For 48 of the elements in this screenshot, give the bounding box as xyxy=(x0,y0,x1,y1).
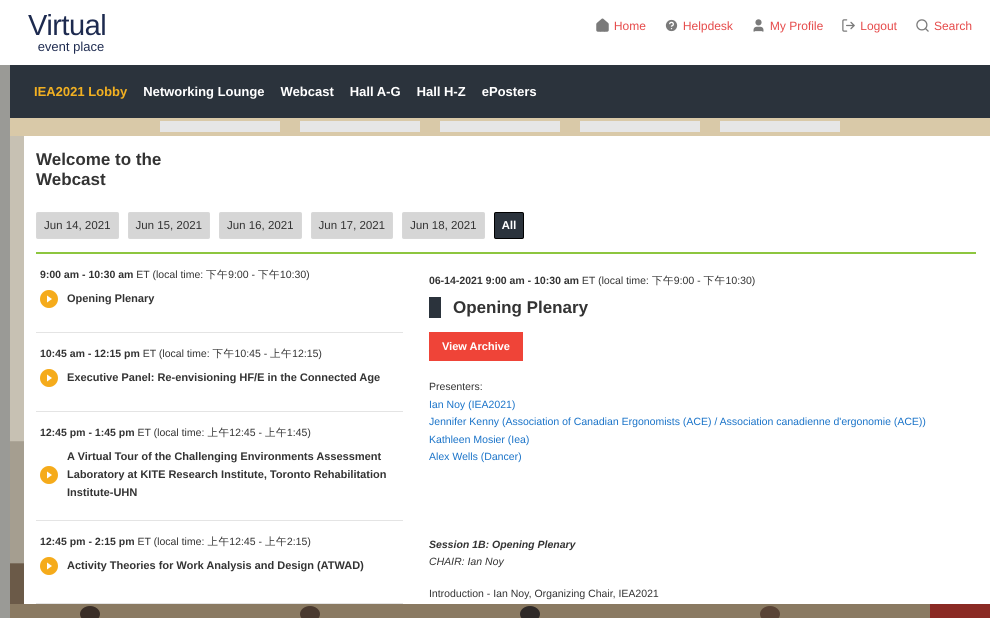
play-icon[interactable] xyxy=(40,466,58,484)
date-filter[interactable]: Jun 17, 2021 xyxy=(310,212,394,239)
date-filter[interactable]: All xyxy=(494,212,524,239)
home-icon xyxy=(594,18,610,33)
play-icon[interactable] xyxy=(40,290,58,308)
user-icon xyxy=(750,18,766,33)
date-filter[interactable]: Jun 16, 2021 xyxy=(219,212,302,239)
date-filter[interactable]: Jun 14, 2021 xyxy=(36,212,119,239)
presenter-link[interactable]: Jennifer Kenny (Association of Canadian Ergonomists (ACE) / Association canadienne d'ergonomie (ACE)) xyxy=(429,414,926,432)
chair-text: CHAIR: Ian Noy xyxy=(429,555,506,570)
presenters-label: Presenters: xyxy=(429,380,484,395)
nav-item[interactable]: Hall H-Z xyxy=(416,84,466,99)
session-title[interactable]: Activity Theories for Work Analysis and Design (ATWAD) xyxy=(67,556,387,575)
nav-item[interactable]: Hall A-G xyxy=(350,84,401,99)
session-title[interactable]: A Virtual Tour of the Challenging Environments Assessment Laboratory at KITE Research Institute, Toronto Rehabilitation Institute-UHN xyxy=(67,448,387,502)
page-title: Welcome to the Webcast xyxy=(36,150,162,190)
session-name: Session 1B: Opening Plenary xyxy=(429,538,577,552)
session-datetime: 06-14-2021 9:00 am - 10:30 am ET (local time: 下午9:00 - 下午10:30) xyxy=(429,274,756,288)
session-heading: Opening Plenary xyxy=(453,298,588,318)
title-marker xyxy=(429,297,441,318)
session-title[interactable]: Executive Panel: Re-envisioning HF/E in the Connected Age xyxy=(67,368,387,387)
nav-item[interactable]: ePosters xyxy=(482,84,537,99)
logo[interactable]: Virtual event place xyxy=(28,12,106,53)
header-link[interactable]: Helpdesk xyxy=(664,18,733,33)
nav-item[interactable]: Webcast xyxy=(280,84,334,99)
header-link[interactable]: Search xyxy=(914,18,972,33)
help-icon xyxy=(664,18,679,33)
session-time: 12:45 pm - 2:15 pm ET (local time: 上午12:45 - 上午2:15) xyxy=(40,534,312,549)
presenter-link[interactable]: Kathleen Mosier (Iea) xyxy=(429,432,530,449)
session-time: 10:45 am - 12:15 pm ET (local time: 下午10:45 - 上午12:15) xyxy=(40,346,323,361)
session-time: 12:45 pm - 1:45 pm ET (local time: 上午12:45 - 上午1:45) xyxy=(40,426,312,440)
nav-item[interactable]: Networking Lounge xyxy=(143,84,265,99)
search-icon xyxy=(914,18,930,33)
header-link[interactable]: Logout xyxy=(841,18,897,33)
play-icon[interactable] xyxy=(40,368,58,387)
session-title[interactable]: Opening Plenary xyxy=(67,290,387,308)
header-link[interactable]: My Profile xyxy=(750,18,824,33)
date-filter[interactable]: Jun 18, 2021 xyxy=(402,212,485,239)
view-archive-button[interactable]: View Archive xyxy=(429,332,523,361)
date-filter[interactable]: Jun 15, 2021 xyxy=(128,212,210,239)
logout-icon xyxy=(841,18,856,33)
session-time: 9:00 am - 10:30 am ET (local time: 下午9:00 - 下午10:30) xyxy=(40,268,311,282)
introduction-text: Introduction - Ian Noy, Organizing Chair, IEA2021 xyxy=(429,586,660,602)
play-icon[interactable] xyxy=(40,556,58,575)
presenter-link[interactable]: Ian Noy (IEA2021) xyxy=(429,396,516,414)
nav-item[interactable]: IEA2021 Lobby xyxy=(34,84,128,99)
header-link[interactable]: Home xyxy=(594,18,646,33)
presenter-link[interactable]: Alex Wells (Dancer) xyxy=(429,449,522,466)
